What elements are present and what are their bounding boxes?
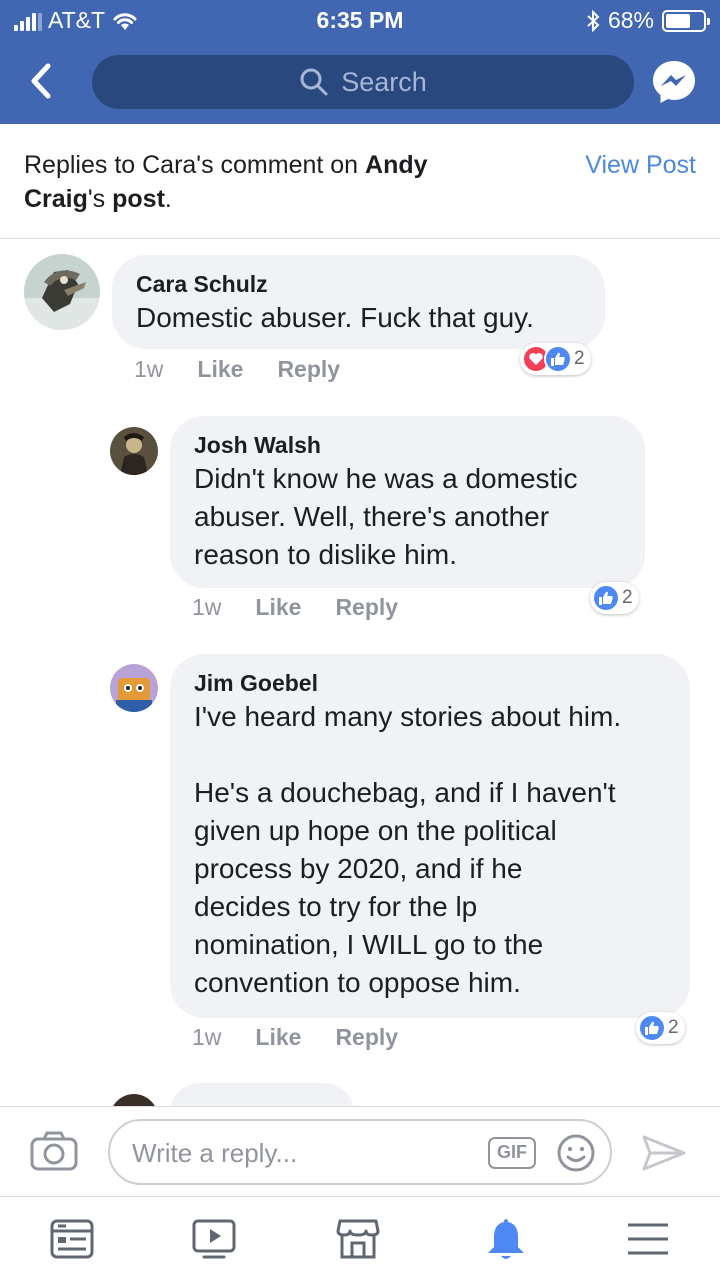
tab-watch[interactable] <box>190 1215 238 1263</box>
notifications-bell-icon <box>488 1219 524 1259</box>
battery-icon <box>662 9 710 32</box>
marketplace-icon <box>336 1219 380 1259</box>
reply-placeholder: Write a reply... <box>132 1138 298 1168</box>
send-icon <box>642 1135 686 1171</box>
reaction-count: 2 <box>622 587 633 608</box>
avatar[interactable] <box>24 254 100 330</box>
like-button[interactable]: Like <box>255 1024 301 1051</box>
comment-actions: 1w Like Reply <box>192 594 398 621</box>
like-button[interactable]: Like <box>255 594 301 621</box>
comment-bubble[interactable]: Josh Walsh Didn't know he was a domestic… <box>170 416 645 588</box>
reply-input[interactable]: Write a reply... GIF <box>108 1119 612 1185</box>
search-placeholder: Search <box>341 66 427 97</box>
news-feed-icon <box>50 1219 94 1259</box>
smiley-icon <box>557 1134 595 1172</box>
context-possessive: 's <box>87 185 113 213</box>
comment-text: Domestic abuser. Fuck that guy. <box>136 302 534 333</box>
commenter-name[interactable]: Jim Goebel <box>194 668 666 698</box>
context-period: . <box>164 185 172 213</box>
reply-button[interactable]: Reply <box>335 1024 398 1051</box>
top-header: AT&T 6:35 PM 68% Search <box>0 0 720 124</box>
comment-timestamp: 1w <box>192 594 222 620</box>
watch-video-icon <box>192 1219 236 1259</box>
reply-button[interactable]: Reply <box>277 356 340 383</box>
reaction-count: 2 <box>574 348 585 369</box>
reaction-count: 2 <box>668 1017 679 1038</box>
like-button[interactable]: Like <box>197 356 243 383</box>
avatar[interactable] <box>110 664 158 712</box>
menu-icon <box>628 1223 668 1255</box>
chevron-left-icon <box>31 63 51 99</box>
bluetooth-icon <box>587 9 600 32</box>
commenter-name[interactable]: Cara Schulz <box>136 269 581 299</box>
camera-icon <box>30 1131 78 1171</box>
tab-notifications[interactable] <box>482 1215 530 1263</box>
post-link[interactable]: post <box>112 185 165 213</box>
tab-menu[interactable] <box>624 1215 672 1263</box>
post-author-first[interactable]: Andy <box>365 151 428 179</box>
search-bar[interactable]: Search <box>92 55 634 109</box>
search-icon <box>300 68 328 96</box>
comment-timestamp: 1w <box>192 1024 222 1050</box>
sticker-button[interactable] <box>556 1133 596 1178</box>
back-button[interactable] <box>22 58 62 104</box>
post-author-second[interactable]: Craig <box>24 185 88 213</box>
tab-news-feed[interactable] <box>48 1215 96 1263</box>
reaction-summary[interactable]: 2 <box>636 1012 685 1044</box>
thumbs-up-icon <box>638 1014 666 1042</box>
gif-button[interactable]: GIF <box>488 1137 536 1169</box>
comment-text: I've heard many stories about him. He's … <box>194 701 622 998</box>
camera-button[interactable] <box>30 1131 78 1176</box>
thumbs-up-icon <box>544 345 572 373</box>
messenger-button[interactable] <box>650 58 698 106</box>
send-button[interactable] <box>640 1133 688 1178</box>
reply-button[interactable]: Reply <box>335 594 398 621</box>
comment-text: Didn't know he was a domestic abuser. We… <box>194 463 578 570</box>
reply-composer: Write a reply... GIF <box>0 1106 720 1196</box>
avatar[interactable] <box>110 427 158 475</box>
comment-bubble[interactable]: Cara Schulz Domestic abuser. Fuck that g… <box>112 255 605 349</box>
reaction-summary[interactable]: 2 <box>590 582 639 614</box>
comment-actions: 1w Like Reply <box>192 1024 398 1051</box>
messenger-icon <box>653 61 695 103</box>
context-description: Replies to Cara's comment on Andy Craig'… <box>24 148 494 216</box>
commenter-name[interactable]: Josh Walsh <box>194 430 621 460</box>
reaction-summary[interactable]: 2 <box>520 343 591 375</box>
battery-group: 68% <box>586 7 710 34</box>
status-bar: AT&T 6:35 PM 68% <box>0 0 720 42</box>
context-prefix: Replies to Cara's comment on <box>24 151 366 179</box>
thumbs-up-icon <box>592 584 620 612</box>
bottom-tab-bar <box>0 1196 720 1280</box>
view-post-link[interactable]: View Post <box>585 148 696 182</box>
comment-actions: 1w Like Reply <box>134 356 340 383</box>
replies-context-bar: Replies to Cara's comment on Andy Craig'… <box>0 124 720 239</box>
battery-percent: 68% <box>607 7 654 33</box>
comment-bubble[interactable]: Jim Goebel I've heard many stories about… <box>170 654 690 1018</box>
comment-timestamp: 1w <box>134 356 164 382</box>
tab-marketplace[interactable] <box>334 1215 382 1263</box>
